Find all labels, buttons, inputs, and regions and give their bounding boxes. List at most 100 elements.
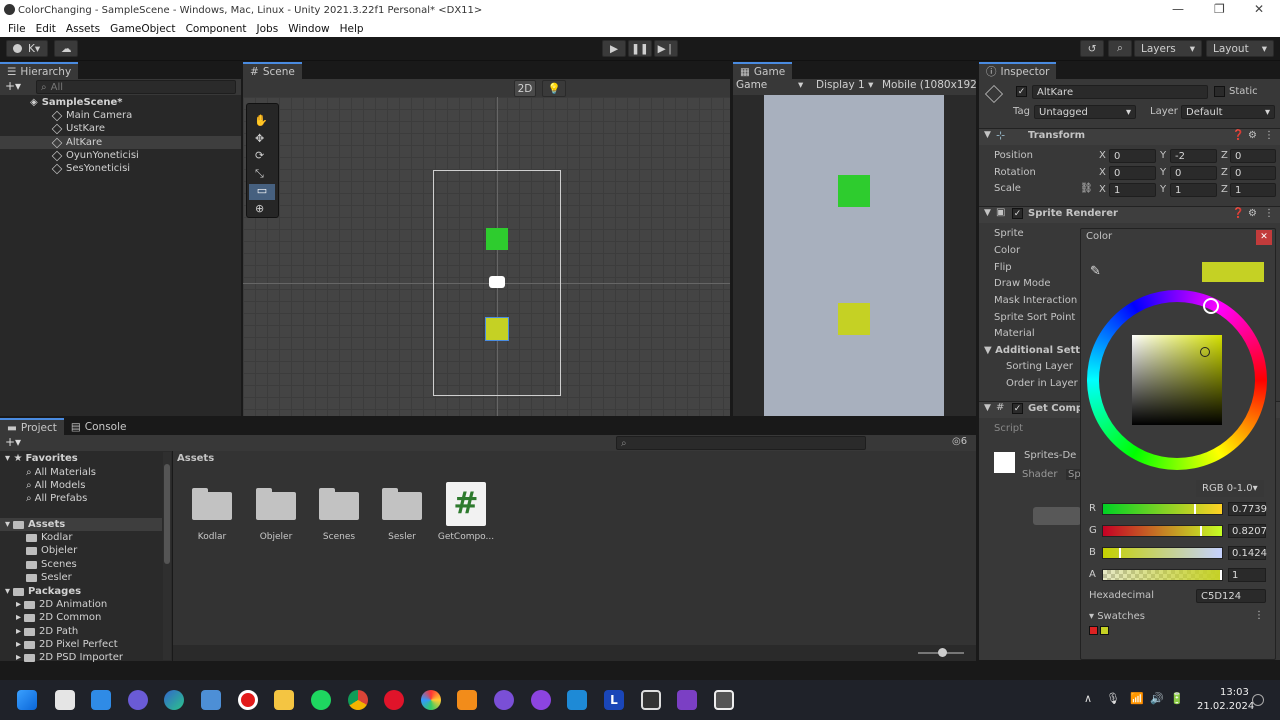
tree-folder-kodlar[interactable]: Kodlar (26, 531, 73, 544)
icon-size-slider[interactable] (918, 648, 964, 657)
tab-inspector[interactable]: ⓘ Inspector (979, 61, 1057, 80)
mic-icon[interactable]: 🎙 (1106, 692, 1120, 705)
channel-b-field[interactable]: 0.1424 (1228, 546, 1267, 560)
scale-z-field[interactable]: 1 (1230, 183, 1276, 197)
menu-window[interactable]: Window (288, 23, 329, 35)
link-icon[interactable]: ⛓ (1080, 183, 1093, 194)
vscode-icon[interactable] (567, 690, 587, 710)
tree-scrollbar[interactable] (163, 452, 171, 660)
hierarchy-search-input[interactable]: ⌕ All (36, 80, 236, 94)
display-dropdown[interactable]: Display 1 ▾ (816, 79, 873, 91)
rotation-z-field[interactable]: 0 (1230, 166, 1276, 180)
rect-tool-icon[interactable]: ▭ (249, 184, 275, 200)
fav-all-models[interactable]: ⌕ All Models (26, 479, 85, 492)
tray-chevron-icon[interactable]: ∧ (1084, 692, 1092, 705)
project-add-button[interactable]: +▾ (5, 435, 21, 449)
get-component-enabled-checkbox[interactable]: ✓ (1012, 403, 1023, 414)
task-view-icon[interactable] (55, 690, 75, 710)
position-z-field[interactable]: 0 (1230, 149, 1276, 163)
rotation-x-field[interactable]: 0 (1109, 166, 1156, 180)
swatch-yellow[interactable] (1100, 626, 1109, 635)
menu-edit[interactable]: Edit (36, 23, 56, 35)
hierarchy-item-ustkare[interactable]: UstKare (51, 122, 105, 135)
minimize-icon[interactable]: — (1172, 2, 1184, 16)
static-checkbox[interactable] (1214, 86, 1225, 97)
channel-r-field[interactable]: 0.7739 (1228, 502, 1267, 516)
layout-dropdown[interactable]: Layout ▾ (1206, 40, 1274, 57)
channel-r-handle[interactable] (1194, 504, 1197, 514)
chrome-icon[interactable] (348, 690, 368, 710)
hierarchy-item-oyunyoneticisi[interactable]: OyunYoneticisi (51, 149, 139, 162)
scale-tool-icon[interactable]: ⤡ (255, 167, 264, 181)
channel-g-slider[interactable] (1102, 525, 1223, 537)
menu-icon[interactable]: ⋮ (1264, 130, 1274, 141)
menu-assets[interactable]: Assets (66, 23, 100, 35)
scale-x-field[interactable]: 1 (1109, 183, 1156, 197)
opera-icon[interactable] (384, 690, 404, 710)
history-button[interactable]: ↺ (1080, 40, 1104, 57)
swatch-red[interactable] (1089, 626, 1098, 635)
package-2d-pixel-perfect[interactable]: ▸ 2D Pixel Perfect (16, 638, 118, 651)
close-icon[interactable]: ✕ (1254, 2, 1264, 16)
help-icon[interactable]: ❓ (1232, 208, 1244, 219)
assets-header[interactable]: ▾ Assets (0, 518, 162, 531)
hand-tool-icon[interactable]: ✋ (254, 114, 268, 127)
favorites-header[interactable]: ▾ ★ Favorites (5, 452, 78, 465)
add-component-button[interactable] (1033, 507, 1081, 525)
resolution-dropdown[interactable]: Mobile (1080x1920 (882, 79, 976, 91)
asset-folder-scenes[interactable] (319, 486, 359, 520)
package-2d-animation[interactable]: ▸ 2D Animation (16, 598, 107, 611)
game-view-dropdown[interactable]: Game ▾ (736, 79, 806, 91)
search-button[interactable]: ⌕ (1108, 40, 1132, 57)
color-picker-close-button[interactable]: ✕ (1256, 230, 1272, 245)
unity-editor-icon[interactable] (714, 690, 734, 710)
scene-altkare[interactable] (485, 317, 509, 341)
tree-folder-scenes[interactable]: Scenes (26, 558, 77, 571)
tab-hierarchy[interactable]: ☰ Hierarchy (0, 61, 79, 80)
rotate-tool-icon[interactable]: ⟳ (255, 149, 264, 162)
notification-badge[interactable] (1252, 694, 1264, 706)
foldout-icon[interactable]: ▼ (984, 403, 991, 413)
channel-b-slider[interactable] (1102, 547, 1223, 559)
tab-project[interactable]: ▬ Project (0, 417, 64, 436)
fav-all-materials[interactable]: ⌕ All Materials (26, 466, 96, 479)
hierarchy-item-main-camera[interactable]: Main Camera (51, 109, 132, 122)
package-2d-path[interactable]: ▸ 2D Path (16, 625, 78, 638)
sv-handle[interactable] (1200, 347, 1210, 357)
settings-icon[interactable]: ⚙ (1248, 208, 1257, 219)
channel-a-handle[interactable] (1220, 570, 1222, 580)
project-search-input[interactable]: ⌕ (616, 436, 866, 450)
layer-dropdown[interactable]: Default ▾ (1181, 105, 1275, 119)
widgets-icon[interactable] (91, 690, 111, 710)
package-2d-common[interactable]: ▸ 2D Common (16, 611, 101, 624)
swatches-foldout[interactable]: ▾ Swatches (1089, 611, 1145, 622)
move-tool-icon[interactable]: ✥ (255, 132, 264, 145)
color-wheel[interactable] (1087, 290, 1267, 470)
start-icon[interactable] (17, 690, 37, 710)
browser-icon[interactable] (531, 690, 551, 710)
clock-date[interactable]: 21.02.2024 (1197, 701, 1254, 712)
add-button[interactable]: +▾ (5, 79, 21, 93)
scene-ustkare[interactable] (486, 228, 508, 250)
channel-g-field[interactable]: 0.8207 (1228, 524, 1267, 538)
account-button[interactable]: K ▾ (6, 40, 48, 57)
teams-icon[interactable] (128, 690, 148, 710)
layers-dropdown[interactable]: Layers ▾ (1134, 40, 1202, 57)
tab-game[interactable]: ▦ Game (733, 61, 793, 80)
menu-gameobject[interactable]: GameObject (110, 23, 175, 35)
color-app-icon[interactable] (421, 690, 441, 710)
record-icon[interactable] (238, 690, 258, 710)
channel-b-handle[interactable] (1118, 548, 1121, 558)
asset-folder-kodlar[interactable] (192, 486, 232, 520)
pause-button[interactable]: ❚❚ (628, 40, 652, 57)
scene-light-toggle[interactable]: 💡 (542, 80, 566, 97)
file-explorer-icon[interactable] (274, 690, 294, 710)
tree-scrollbar-thumb[interactable] (164, 464, 170, 564)
sprite-renderer-enabled-checkbox[interactable]: ✓ (1012, 208, 1023, 219)
clock-time[interactable]: 13:03 (1220, 687, 1249, 698)
tab-console[interactable]: ▤ Console (64, 418, 134, 435)
tree-folder-sesler[interactable]: Sesler (26, 571, 72, 584)
package-2d-psd-importer[interactable]: ▸ 2D PSD Importer (16, 651, 123, 664)
wifi-icon[interactable]: 📶 (1130, 692, 1144, 705)
rotation-y-field[interactable]: 0 (1170, 166, 1217, 180)
